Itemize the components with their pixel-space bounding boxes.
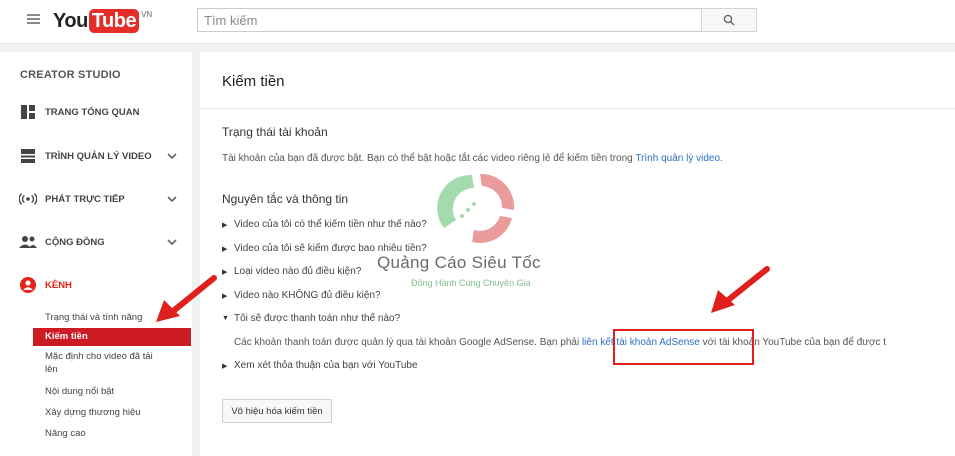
sub-item-label: Kiếm tiền bbox=[45, 331, 88, 342]
faq-question: Tôi sẽ được thanh toán như thế nào? bbox=[234, 313, 401, 324]
logo-country: VN bbox=[141, 10, 153, 19]
sidebar: CREATOR STUDIO TRANG TỔNG QUAN TRÌNH QUẢ… bbox=[0, 52, 192, 456]
account-status-end: . bbox=[720, 153, 723, 164]
chevron-down-icon bbox=[167, 153, 177, 160]
search-button[interactable] bbox=[701, 8, 757, 32]
logo-tube: Tube bbox=[88, 9, 140, 33]
faq-question: Video nào KHÔNG đủ điều kiện? bbox=[234, 290, 381, 301]
account-status-text: Tài khoản của bạn đã được bật. Bạn có th… bbox=[222, 153, 723, 164]
guidelines-heading: Nguyên tắc và thông tin bbox=[222, 192, 349, 206]
faq-question: Video của tôi có thể kiếm tiền như thế n… bbox=[234, 219, 427, 230]
faq-item[interactable]: ▶ Video của tôi có thể kiếm tiền như thế… bbox=[222, 219, 427, 230]
faq-answer: Các khoản thanh toán được quản lý qua tà… bbox=[234, 337, 886, 348]
title-bar: Kiếm tiền bbox=[200, 52, 955, 109]
sidebar-title: CREATOR STUDIO bbox=[20, 69, 121, 81]
answer-body: Các khoản thanh toán được quản lý qua tà… bbox=[234, 337, 582, 348]
disable-monetization-button[interactable]: Vô hiệu hóa kiếm tiền bbox=[222, 399, 332, 423]
sidebar-item-label: TRANG TỔNG QUAN bbox=[45, 106, 140, 118]
faq-question: Xem xét thỏa thuận của bạn với YouTube bbox=[234, 360, 418, 371]
sub-item-advanced[interactable]: Nâng cao bbox=[45, 427, 165, 440]
sidebar-item-dashboard[interactable]: TRANG TỔNG QUAN bbox=[0, 97, 192, 127]
video-manager-icon bbox=[19, 147, 37, 165]
sidebar-item-video-manager[interactable]: TRÌNH QUẢN LÝ VIDEO bbox=[0, 141, 192, 171]
sub-item-status[interactable]: Trạng thái và tính năng bbox=[45, 311, 165, 324]
search-icon bbox=[723, 14, 735, 26]
main-content: Kiếm tiền Trạng thái tài khoản Tài khoản… bbox=[200, 52, 955, 456]
expand-triangle-icon: ▶ bbox=[222, 362, 228, 370]
youtube-logo[interactable]: You Tube VN bbox=[53, 9, 152, 33]
sub-item-upload-defaults[interactable]: Mặc định cho video đã tải lên bbox=[45, 350, 165, 376]
expand-triangle-icon: ▶ bbox=[222, 221, 228, 229]
dashboard-icon bbox=[19, 103, 37, 121]
watermark-subtitle: Đồng Hành Cùng Chuyên Gia bbox=[411, 278, 531, 288]
sidebar-item-label: CỘNG ĐỒNG bbox=[45, 236, 105, 248]
sidebar-item-label: PHÁT TRỰC TIẾP bbox=[45, 193, 125, 205]
annotation-arrow-right bbox=[711, 266, 770, 313]
video-manager-link[interactable]: Trình quản lý video bbox=[635, 153, 720, 164]
annotation-arrow-left bbox=[156, 275, 217, 322]
chevron-down-icon bbox=[167, 239, 177, 246]
watermark-title: Quảng Cáo Siêu Tốc bbox=[377, 253, 541, 272]
account-status-body: Tài khoản của bạn đã được bật. Bạn có th… bbox=[222, 153, 636, 164]
watermark-logo bbox=[437, 173, 515, 243]
faq-item[interactable]: ▶ Loại video nào đủ điều kiện? bbox=[222, 266, 361, 277]
live-broadcast-icon bbox=[19, 190, 37, 208]
top-bar: You Tube VN bbox=[0, 0, 955, 44]
sub-item-monetization[interactable]: Kiếm tiền bbox=[33, 328, 191, 346]
search-input[interactable] bbox=[197, 8, 702, 32]
hamburger-icon[interactable] bbox=[27, 14, 40, 25]
page-title: Kiếm tiền bbox=[222, 73, 285, 90]
community-icon bbox=[19, 233, 37, 251]
expand-triangle-icon: ▶ bbox=[222, 268, 228, 276]
collapse-triangle-icon: ▼ bbox=[222, 315, 229, 322]
channel-user-icon bbox=[19, 276, 37, 294]
faq-item[interactable]: ▶ Video nào KHÔNG đủ điều kiện? bbox=[222, 290, 381, 301]
expand-triangle-icon: ▶ bbox=[222, 245, 228, 253]
faq-item[interactable]: ▶ Xem xét thỏa thuận của bạn với YouTube bbox=[222, 360, 418, 371]
adsense-highlight-box bbox=[613, 329, 754, 365]
account-status-heading: Trạng thái tài khoản bbox=[222, 125, 328, 139]
logo-you: You bbox=[53, 10, 88, 32]
expand-triangle-icon: ▶ bbox=[222, 292, 228, 300]
faq-question: Loại video nào đủ điều kiện? bbox=[234, 266, 362, 277]
sub-item-featured[interactable]: Nội dung nổi bật bbox=[45, 385, 165, 398]
sidebar-item-community[interactable]: CỘNG ĐỒNG bbox=[0, 227, 192, 257]
sidebar-item-live[interactable]: PHÁT TRỰC TIẾP bbox=[0, 184, 192, 214]
sidebar-item-label: TRÌNH QUẢN LÝ VIDEO bbox=[45, 150, 152, 162]
sidebar-item-label: KÊNH bbox=[45, 279, 72, 291]
sub-item-branding[interactable]: Xây dựng thương hiệu bbox=[45, 406, 165, 419]
chevron-down-icon bbox=[167, 196, 177, 203]
faq-item-expanded[interactable]: ▼ Tôi sẽ được thanh toán như thế nào? bbox=[222, 313, 400, 324]
